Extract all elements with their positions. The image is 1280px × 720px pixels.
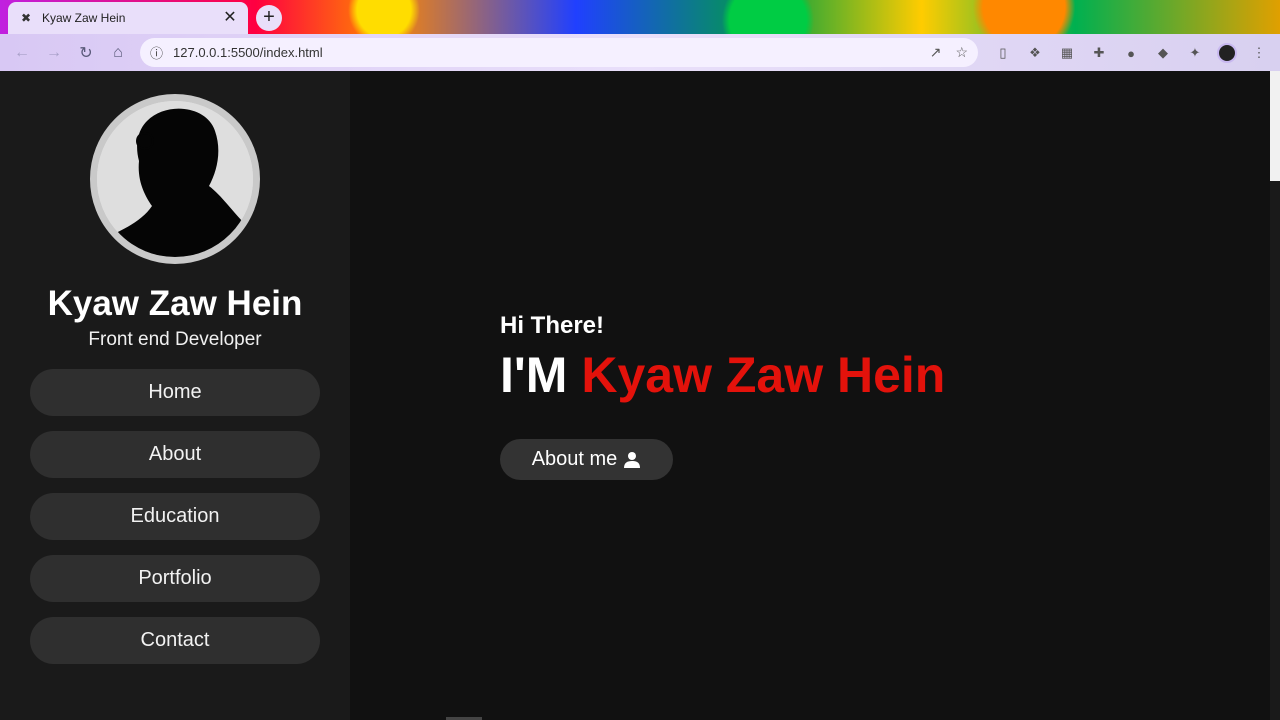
about-me-label: About me — [531, 448, 618, 470]
hero-section: Hi There! I'M Kyaw Zaw Hein — [500, 312, 945, 404]
address-bar[interactable]: ⓘ 127.0.0.1:5500/index.html ↗ ☆ — [140, 38, 978, 67]
profile-avatar[interactable] — [1214, 40, 1240, 66]
star-icon[interactable]: ☆ — [955, 44, 968, 61]
extension-blue-icon[interactable]: ◆ — [1150, 40, 1176, 66]
profile-photo — [90, 94, 260, 264]
sidebar-menu: Home About Education Portfolio Contact — [30, 369, 320, 664]
forward-icon[interactable]: → — [38, 37, 70, 69]
sidebar: Kyaw Zaw Hein Front end Developer Home A… — [0, 71, 350, 720]
url-text[interactable]: 127.0.0.1:5500/index.html — [173, 45, 916, 60]
extension-folder-icon[interactable]: ▯ — [990, 40, 1016, 66]
sidebar-item-contact[interactable]: Contact — [30, 617, 320, 664]
avatar-image — [1217, 43, 1237, 63]
extension-color-icon[interactable]: ● — [1118, 40, 1144, 66]
share-icon[interactable]: ↗ — [930, 44, 942, 61]
extensions-puzzle-icon[interactable]: ✦ — [1182, 40, 1208, 66]
new-tab-button[interactable]: + — [256, 5, 282, 31]
info-icon[interactable]: ⓘ — [150, 43, 163, 62]
scrollbar-thumb[interactable] — [1270, 71, 1280, 181]
favicon-icon: ✖ — [20, 11, 32, 25]
extensions-area: ▯ ❖ ▦ ✚ ● ◆ ✦ ⋮ — [990, 40, 1272, 66]
browser-tab[interactable]: ✖ Kyaw Zaw Hein ✕ — [8, 2, 248, 34]
tab-strip: ✖ Kyaw Zaw Hein ✕ + — [0, 0, 1280, 34]
sidebar-item-about[interactable]: About — [30, 431, 320, 478]
menu-kebab-icon[interactable]: ⋮ — [1246, 40, 1272, 66]
sidebar-item-home[interactable]: Home — [30, 369, 320, 416]
home-icon[interactable]: ⌂ — [102, 37, 134, 69]
extension-calendar-icon[interactable]: ▦ — [1054, 40, 1080, 66]
extension-move-icon[interactable]: ✚ — [1086, 40, 1112, 66]
hero-prefix: I'M — [500, 347, 568, 403]
hero-greeting: Hi There! — [500, 312, 605, 339]
back-icon[interactable]: ← — [6, 37, 38, 69]
sidebar-item-education[interactable]: Education — [30, 493, 320, 540]
sidebar-item-portfolio[interactable]: Portfolio — [30, 555, 320, 602]
hero-headline: I'M Kyaw Zaw Hein — [500, 346, 945, 404]
tab-title: Kyaw Zaw Hein — [42, 11, 126, 25]
tab-close-icon[interactable]: ✕ — [222, 10, 238, 26]
profile-silhouette — [97, 101, 253, 257]
reload-icon[interactable]: ↻ — [70, 37, 102, 69]
about-me-button[interactable]: About me — [500, 439, 673, 480]
extension-ux-icon[interactable]: ❖ — [1022, 40, 1048, 66]
profile-name: Kyaw Zaw Hein — [47, 284, 303, 323]
profile-role: Front end Developer — [88, 329, 262, 350]
hero-name: Kyaw Zaw Hein — [581, 347, 946, 403]
user-icon — [624, 451, 641, 468]
browser-toolbar: ← → ↻ ⌂ ⓘ 127.0.0.1:5500/index.html ↗ ☆ … — [0, 34, 1280, 71]
